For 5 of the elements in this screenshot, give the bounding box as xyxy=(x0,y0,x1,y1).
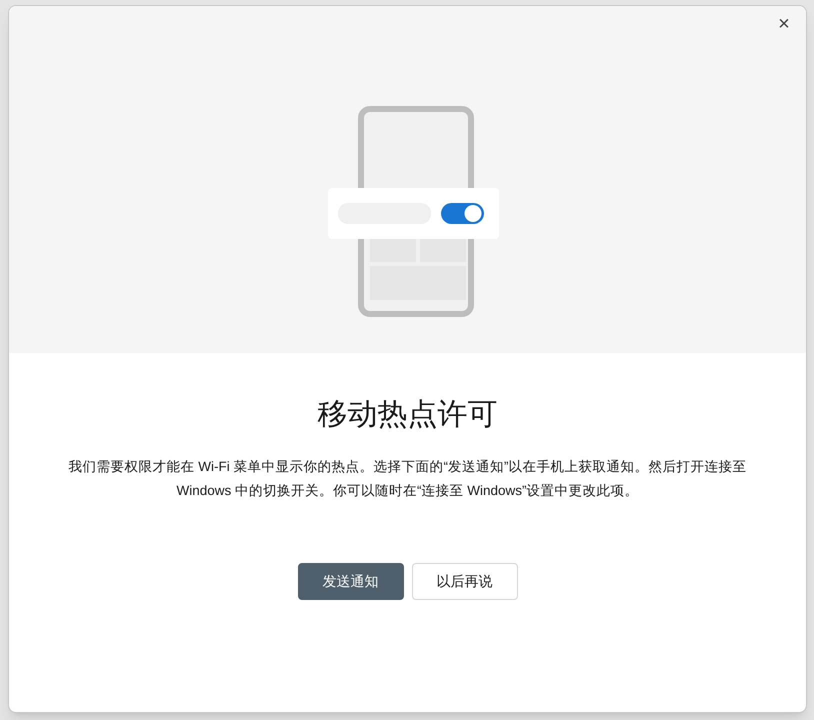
dialog-message: 我们需要权限才能在 Wi-Fi 菜单中显示你的热点。选择下面的“发送通知”以在手机上获取通知。然后打开连接至 Windows 中的切换开关。你可以随时在“连接至 Windows”设置中更改此项。 xyxy=(68,458,748,500)
dialog-title: 移动热点许可 xyxy=(318,397,498,433)
send-notification-button[interactable]: 发送通知 xyxy=(298,563,404,600)
close-button[interactable]: × xyxy=(770,10,798,38)
later-button[interactable]: 以后再说 xyxy=(412,563,518,600)
